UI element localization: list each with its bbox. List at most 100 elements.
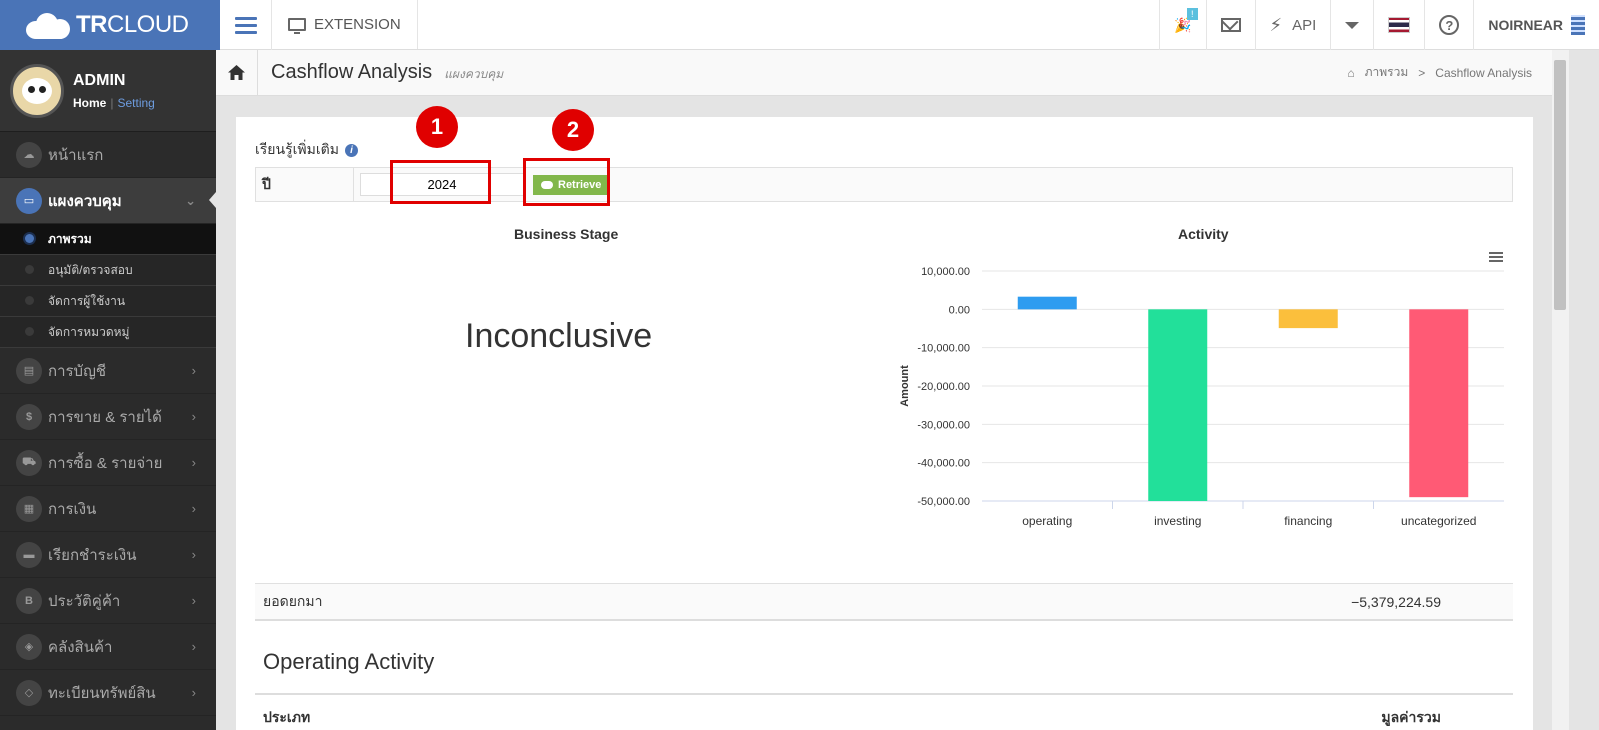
x-tick-label: investing [1154,514,1201,528]
sidebar-item-inventory[interactable]: ◈ คลังสินค้า › [0,624,216,670]
api-button[interactable]: ⚡ API [1254,0,1331,50]
menu-toggle-button[interactable] [220,0,272,50]
y-tick-label: 10,000.00 [921,266,970,278]
sidebar-subitem-label: จัดการผู้ใช้งาน [48,293,126,308]
sidebar-item-assets[interactable]: ◇ ทะเบียนทรัพย์สิน › [0,670,216,716]
info-icon[interactable]: i [344,143,358,157]
cart-icon: ⛟ [16,449,42,476]
y-tick-label: -10,000.00 [917,343,970,355]
monitor-icon: ▭ [16,187,42,214]
contact-icon: B [16,587,42,614]
chevron-right-icon: › [191,455,196,470]
company-button[interactable]: NOIRNEAR [1473,0,1599,50]
home-link[interactable]: Home [73,96,106,110]
table-header: ประเภท มูลค่ารวม [255,693,1513,730]
learn-more-link[interactable]: เรียนรู้เพิ่มเติม i [255,139,358,161]
diamond-icon: ◇ [16,679,42,706]
sidebar-subitem-categories[interactable]: จัดการหมวดหมู่ [0,317,216,348]
chevron-down-icon: ⌄ [185,192,196,208]
carry-forward-row: ยอดยกมา −5,379,224.59 [255,583,1513,621]
bar-financing [1278,309,1338,329]
setting-link[interactable]: Setting [117,96,154,110]
chart-title: Activity [1178,226,1229,242]
sidebar-item-contacts[interactable]: B ประวัติคู่ค้า › [0,578,216,624]
company-name: NOIRNEAR [1488,17,1563,33]
sidebar-item-dashboard[interactable]: ▭ แผงควบคุม ⌄ [0,178,216,224]
page-title: Cashflow Analysis [271,61,433,83]
breadcrumb-separator: > [1418,65,1426,80]
activity-chart: 10,000.00 0.00 -10,000.00 -20,000.00 -30,000… [899,266,1504,528]
bar-uncategorized [1409,309,1469,498]
book-icon: ▤ [16,357,42,384]
breadcrumb: ⌂ ภาพรวม > Cashflow Analysis [1347,63,1532,82]
panda-icon [22,77,52,104]
chevron-right-icon: › [191,409,196,424]
extension-button[interactable]: EXTENSION [272,0,418,49]
column-total[interactable]: มูลค่ารวม [1381,707,1441,730]
year-label: ปี [256,168,354,201]
dropdown-button[interactable] [1330,0,1373,50]
sidebar-item-label: ประวัติคู่ค้า [48,592,121,610]
cloud-logo-icon [26,11,72,39]
mail-button[interactable] [1205,0,1255,50]
annotation-box-2 [523,158,610,206]
sidebar-subitem-approve[interactable]: อนุมัติ/ตรวจสอบ [0,255,216,286]
y-tick-label: 0.00 [949,304,970,316]
sidebar-item-label: การขาย & รายได้ [48,408,162,426]
sidebar-subitem-label: ภาพรวม [48,231,92,246]
logo[interactable]: TRCLOUD [0,0,220,50]
content-header: Cashflow Analysis แผงควบคุม ⌂ ภาพรวม > C… [216,49,1552,96]
x-tick-label: financing [1284,514,1332,528]
help-button[interactable]: ? [1424,0,1473,50]
calendar-icon: ▦ [16,495,42,522]
notification-button[interactable]: 🎉 ! [1159,0,1205,50]
link-separator: | [110,95,114,110]
home-small-icon[interactable]: ⌂ [1347,66,1354,80]
sidebar: ADMIN Home | Setting ☁ หน้าแรก ▭ แผงควบคุม… [0,50,216,730]
plug-icon: ⚡ [1269,14,1283,35]
business-stage-title: Business Stage [514,226,619,242]
sidebar-item-billing[interactable]: ▬ เรียกชำระเงิน › [0,532,216,578]
breadcrumb-item-overview[interactable]: ภาพรวม [1365,63,1409,82]
thai-flag-icon [1388,17,1411,33]
chevron-right-icon: › [191,685,196,700]
chevron-right-icon: › [191,593,196,608]
column-type[interactable]: ประเภท [263,707,310,730]
sidebar-item-label: ทะเบียนทรัพย์สิน [48,684,156,702]
sidebar-item-accounting[interactable]: ▤ การบัญชี › [0,348,216,394]
sidebar-item-label: คลังสินค้า [48,638,113,656]
avatar[interactable] [10,63,64,118]
logo-text: TRCLOUD [76,11,189,38]
boxes-icon: ◈ [16,633,42,660]
sidebar-item-label: การเงิน [48,500,97,518]
sidebar-item-purchases[interactable]: ⛟ การซื้อ & รายจ่าย › [0,440,216,486]
chevron-right-icon: › [191,639,196,654]
x-tick-label: operating [1022,514,1072,528]
dollar-icon: $ [16,403,42,430]
annotation-number-2: 2 [552,109,594,151]
scrollbar[interactable] [1552,50,1569,730]
sidebar-item-home[interactable]: ☁ หน้าแรก [0,132,216,178]
operating-activity-title: Operating Activity [263,649,435,674]
building-icon [1571,15,1585,35]
scroll-thumb[interactable] [1554,60,1566,310]
y-tick-label: -20,000.00 [917,381,970,393]
sidebar-item-finance[interactable]: ▦ การเงิน › [0,486,216,532]
sidebar-item-label: การซื้อ & รายจ่าย [48,454,163,472]
sidebar-subitem-users[interactable]: จัดการผู้ใช้งาน [0,286,216,317]
help-icon: ? [1439,15,1460,35]
sidebar-item-label: เรียกชำระเงิน [48,546,137,564]
language-button[interactable] [1373,0,1424,50]
x-tick-label: uncategorized [1401,514,1476,528]
annotation-box-1 [390,160,491,204]
api-label: API [1292,16,1317,34]
chevron-right-icon: › [191,547,196,562]
user-name: ADMIN [73,71,126,89]
extension-label: EXTENSION [314,16,401,33]
monitor-icon [288,18,306,34]
sidebar-item-sales[interactable]: $ การขาย & รายได้ › [0,394,216,440]
sidebar-subitem-overview[interactable]: ภาพรวม [0,224,216,255]
carry-forward-value: −5,379,224.59 [1351,593,1441,610]
top-bar: TRCLOUD EXTENSION 🎉 ! ⚡ API ? NOIRNEAR [0,0,1599,50]
home-icon[interactable] [216,49,258,96]
